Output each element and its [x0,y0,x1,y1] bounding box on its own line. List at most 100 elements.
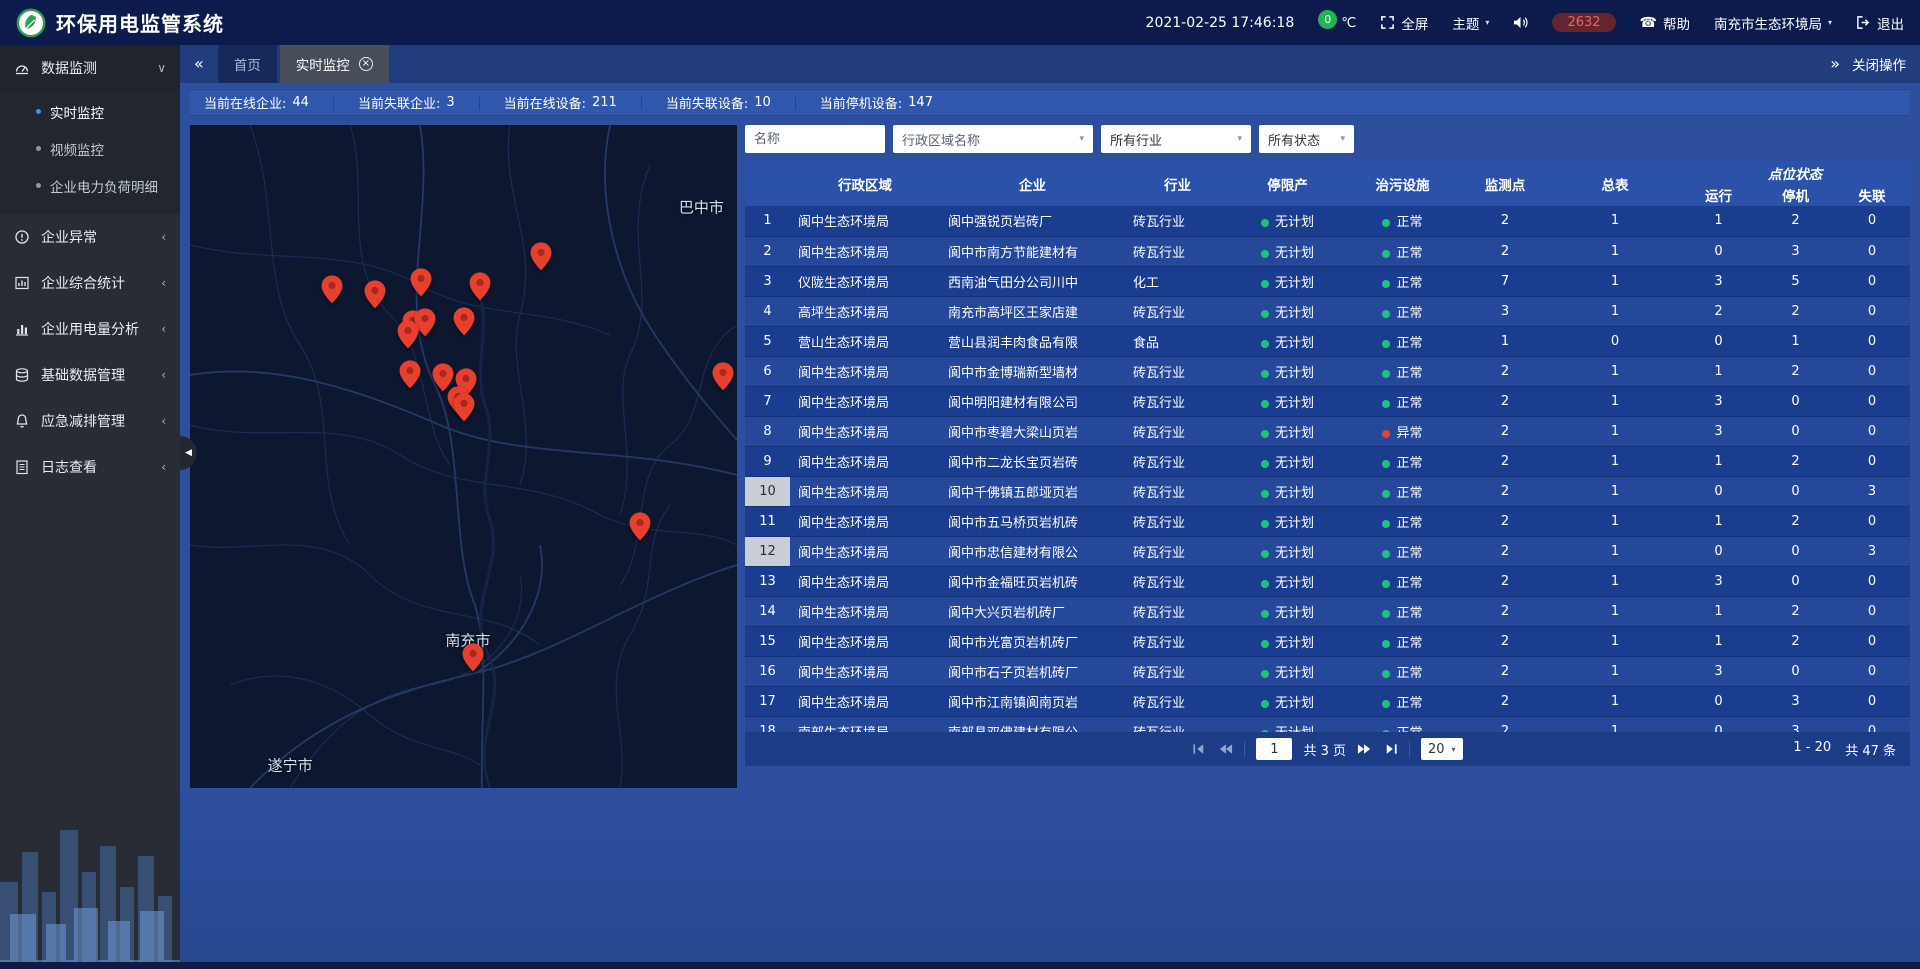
table-row[interactable]: 6阆中生态环境局阆中市金博瑞新型墙材砖瓦行业无计划正常21120 [745,356,1910,386]
cell-stopped: 2 [1757,356,1834,386]
cell-disconnected: 0 [1834,326,1910,356]
map-pin[interactable] [364,280,385,308]
map-pin[interactable] [712,362,733,390]
sidebar-item-video-monitoring[interactable]: 视频监控 [0,130,180,167]
brand: 环保用电监管系统 [16,8,224,38]
chevron-down-icon: ▾ [1237,134,1242,144]
map-city-label: 巴中市 [679,197,724,218]
status-dot [1382,340,1390,348]
cell-running: 0 [1680,716,1757,732]
sidebar-submenu: 实时监控视频监控企业电力负荷明细 [0,91,180,214]
cell-industry: 砖瓦行业 [1125,356,1230,386]
sidebar-item-power-usage-analysis[interactable]: 企业用电量分析‹ [0,306,180,352]
sidebar-item-power-load-detail[interactable]: 企业电力负荷明细 [0,167,180,204]
region-filter-select[interactable]: 行政区域名称 ▾ [893,125,1093,153]
table-row[interactable]: 8阆中生态环境局阆中市枣碧大梁山页岩砖瓦行业无计划异常21300 [745,416,1910,446]
table-row[interactable]: 14阆中生态环境局阆中大兴页岩机砖厂砖瓦行业无计划正常21120 [745,596,1910,626]
cell-stopped: 2 [1757,626,1834,656]
cell-disconnected: 0 [1834,266,1910,296]
app-logo-icon [16,8,46,38]
cell-running: 1 [1680,626,1757,656]
table-row[interactable]: 17阆中生态环境局阆中市江南镇阆南页岩砖瓦行业无计划正常21030 [745,686,1910,716]
table-row[interactable]: 12阆中生态环境局阆中市忠信建材有限公砖瓦行业无计划正常21003 [745,536,1910,566]
table-row[interactable]: 11阆中生态环境局阆中市五马桥页岩机砖砖瓦行业无计划正常21120 [745,506,1910,536]
status-dot [1261,340,1269,348]
map-pin[interactable] [322,275,343,303]
cell-disconnected: 0 [1834,596,1910,626]
table-row[interactable]: 16阆中生态环境局阆中市石子页岩机砖厂砖瓦行业无计划正常21300 [745,656,1910,686]
cell-running: 1 [1680,206,1757,236]
status-dot [1382,580,1390,588]
close-operations-button[interactable]: 关闭操作 [1852,54,1906,74]
first-page-button[interactable] [1192,743,1207,755]
chevron-down-icon: ▾ [1452,745,1456,754]
table-row[interactable]: 2阆中生态环境局阆中市南方节能建材有砖瓦行业无计划正常21030 [745,236,1910,266]
status-dot [1382,400,1390,408]
alert-count-badge[interactable]: 2632 [1552,13,1615,32]
cell-limit-production: 无计划 [1230,296,1345,326]
sidebar-item-label: 视频监控 [50,139,104,159]
cell-stopped: 2 [1757,446,1834,476]
map-pin[interactable] [531,242,552,270]
industry-filter-select[interactable]: 所有行业 ▾ [1101,125,1251,153]
org-dropdown[interactable]: 南充市生态环境局 ▾ [1714,13,1832,33]
sidebar-item-emergency-reduction[interactable]: 应急减排管理‹ [0,398,180,444]
table-row[interactable]: 3仪陇生态环境局西南油气田分公司川中化工无计划正常71350 [745,266,1910,296]
cell-limit-production: 无计划 [1230,416,1345,446]
table-row[interactable]: 5营山生态环境局营山县润丰肉食品有限食品无计划正常10010 [745,326,1910,356]
cell-pollution-facility: 正常 [1345,296,1460,326]
chevron-left-icon: ‹ [161,230,166,244]
map[interactable]: 巴中市南充市遂宁市 [190,125,737,788]
logout-button[interactable]: 退出 [1856,13,1904,33]
fullscreen-button[interactable]: 全屏 [1380,13,1428,33]
cell-company: 阆中市金博瑞新型墙材 [940,356,1125,386]
page-size-select[interactable]: 20 ▾ [1421,738,1463,760]
map-pin[interactable] [399,360,420,388]
map-pin[interactable] [462,643,483,671]
cell-pollution-facility: 正常 [1345,356,1460,386]
map-pin[interactable] [630,512,651,540]
table-row[interactable]: 4高坪生态环境局南充市高坪区王家店建砖瓦行业无计划正常31220 [745,296,1910,326]
page-number-input[interactable] [1256,738,1292,760]
table-row[interactable]: 1阆中生态环境局阆中强锐页岩砖厂砖瓦行业无计划正常21120 [745,206,1910,236]
tab-realtime[interactable]: 实时监控× [280,45,389,83]
tabs-scroll-left-icon[interactable]: « [194,56,204,72]
sidebar-item-enterprise-anomaly[interactable]: 企业异常‹ [0,214,180,260]
map-pin[interactable] [398,320,419,348]
tab-home[interactable]: 首页 [218,45,277,83]
table-row[interactable]: 7阆中生态环境局阆中明阳建材有限公司砖瓦行业无计划正常21300 [745,386,1910,416]
map-pin[interactable] [454,307,475,335]
cell-pollution-facility: 正常 [1345,566,1460,596]
name-filter-input[interactable] [745,125,885,153]
help-button[interactable]: ☎ 帮助 [1640,13,1690,33]
announcement-speaker-icon[interactable] [1513,15,1528,30]
sidebar-item-label: 企业综合统计 [41,273,125,293]
map-pin[interactable] [410,268,431,296]
sidebar-item-base-data-management[interactable]: 基础数据管理‹ [0,352,180,398]
row-index: 4 [745,296,790,326]
theme-dropdown[interactable]: 主题 ▾ [1452,13,1489,33]
table-row[interactable]: 13阆中生态环境局阆中市金福旺页岩机砖砖瓦行业无计划正常21300 [745,566,1910,596]
chevron-down-icon: ▾ [1828,18,1832,27]
cell-company: 南充市高坪区王家店建 [940,296,1125,326]
tabs-scroll-right-icon[interactable]: » [1830,56,1840,72]
sidebar-item-realtime-monitoring[interactable]: 实时监控 [0,93,180,130]
table-row[interactable]: 15阆中生态环境局阆中市光富页岩机砖厂砖瓦行业无计划正常21120 [745,626,1910,656]
sidebar-item-log-view[interactable]: 日志查看‹ [0,444,180,490]
sidebar-item-enterprise-statistics[interactable]: 企业综合统计‹ [0,260,180,306]
status-filter-select[interactable]: 所有状态 ▾ [1259,125,1354,153]
map-pin[interactable] [454,393,475,421]
status-dot [1261,520,1269,528]
map-pin[interactable] [469,272,490,300]
table-row[interactable]: 10阆中生态环境局阆中千佛镇五郎垭页岩砖瓦行业无计划正常21003 [745,476,1910,506]
next-page-button[interactable] [1357,743,1372,755]
cell-region: 阆中生态环境局 [790,416,940,446]
last-page-button[interactable] [1383,743,1398,755]
table-row[interactable]: 9阆中生态环境局阆中市二龙长宝页岩砖砖瓦行业无计划正常21120 [745,446,1910,476]
prev-page-button[interactable] [1218,743,1233,755]
table-row[interactable]: 18南部生态环境局南部县双佛建材有限公砖瓦行业无计划正常21030 [745,716,1910,732]
close-icon[interactable]: × [359,57,373,71]
sidebar-item-data-monitoring[interactable]: 数据监测∨ [0,45,180,91]
cell-pollution-facility: 正常 [1345,386,1460,416]
chevron-down-icon: ▾ [1340,134,1345,144]
